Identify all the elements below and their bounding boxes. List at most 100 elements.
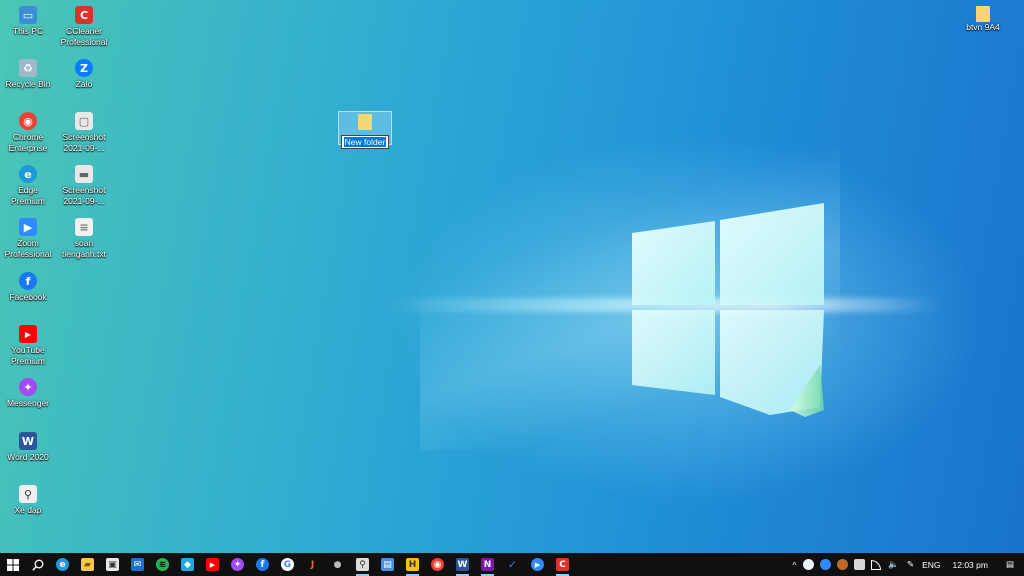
desktop-icon-word[interactable]: W Word 2020 (0, 432, 56, 463)
zalo-icon: Z (75, 59, 93, 77)
taskbar-mail[interactable]: ✉ (125, 553, 150, 576)
taskbar-app-cyan[interactable]: ◆ (175, 553, 200, 576)
desktop[interactable]: ▭ This PC C CCleaner Professional ♻ Recy… (0, 0, 1024, 553)
chrome-icon: ◉ (431, 558, 444, 571)
battery-icon[interactable] (854, 559, 866, 570)
taskbar-xe-dap[interactable]: ⚲ (350, 553, 375, 576)
clock-time: 12:03 pm (952, 559, 988, 570)
document-icon: ▤ (381, 558, 394, 571)
volume-icon[interactable]: 🔈 (884, 553, 903, 576)
search-button[interactable] (25, 553, 50, 576)
chevron-up-icon: ^ (792, 559, 797, 570)
taskbar-spotify[interactable]: ≋ (150, 553, 175, 576)
taskbar-google[interactable]: G (275, 553, 300, 576)
desktop-icon-soan-tienganh[interactable]: ≡ soan tienganh.txt (56, 218, 112, 260)
edge-icon: e (56, 558, 69, 571)
icon-label: Recycle Bin (5, 79, 51, 89)
youtube-icon: ▶ (19, 325, 37, 343)
taskbar-chrome[interactable]: ◉ (425, 553, 450, 576)
bicycle-image-icon: ⚲ (19, 485, 37, 503)
desktop-icon-recycle-bin[interactable]: ♻ Recycle Bin (0, 59, 56, 90)
wifi-icon[interactable] (871, 559, 882, 570)
apple-icon: ● (333, 559, 342, 570)
google-icon: G (281, 558, 294, 571)
desktop-icon-zoom[interactable]: ▶ Zoom Professional (0, 218, 56, 260)
recycle-bin-icon: ♻ (19, 59, 37, 77)
ccleaner-icon: C (75, 6, 93, 24)
taskbar-h-app[interactable]: H (400, 553, 425, 576)
desktop-icon-facebook[interactable]: f Facebook (0, 272, 56, 303)
clock[interactable]: 12:03 pm (945, 553, 996, 576)
system-tray: ^ 🔈 ✎ ENG 12:03 pm ▤ (788, 553, 1024, 576)
ccleaner-icon: C (556, 558, 569, 571)
mail-icon: ✉ (131, 558, 144, 571)
notification-icon: ▤ (1005, 559, 1014, 569)
show-hidden-icons-button[interactable]: ^ (788, 553, 800, 576)
icon-label: Screenshot 2021-09-... (62, 132, 106, 153)
youtube-icon: ▶ (206, 558, 219, 571)
icon-label: Zalo (75, 79, 93, 89)
zoom-tray-icon[interactable] (820, 559, 832, 570)
icon-label: CCleaner Professional (60, 26, 108, 47)
h-app-icon: H (406, 558, 419, 571)
desktop-icon-screenshot-1[interactable]: ▢ Screenshot 2021-09-... (56, 112, 112, 154)
facebook-icon: f (19, 272, 37, 290)
taskbar-store[interactable]: ▣ (100, 553, 125, 576)
desktop-icon-messenger[interactable]: ✦ Messenger (0, 378, 56, 409)
zalo-tray-icon[interactable] (803, 559, 815, 570)
rename-input[interactable]: New folder (340, 135, 390, 149)
notification-button[interactable]: ▤ (996, 553, 1024, 576)
desktop-icon-btvn-9a4[interactable]: btvn 9A4 (955, 6, 1011, 33)
language-indicator[interactable]: ENG (918, 553, 944, 576)
start-button[interactable] (0, 553, 25, 576)
taskbar-youtube[interactable]: ▶ (200, 553, 225, 576)
icon-label: Word 2020 (7, 452, 49, 462)
icon-label: soan tienganh.txt (62, 238, 106, 259)
taskbar-word[interactable]: W (450, 553, 475, 576)
messenger-icon: ✦ (19, 378, 37, 396)
taskbar-doc-scan[interactable]: ▤ (375, 553, 400, 576)
taskbar-j-app[interactable]: J (300, 553, 325, 576)
word-icon: W (456, 558, 469, 571)
desktop-icon-this-pc[interactable]: ▭ This PC (0, 6, 56, 37)
pen-icon[interactable]: ✎ (903, 553, 918, 576)
desktop-icon-screenshot-2[interactable]: ▬ Screenshot 2021-09-... (56, 165, 112, 207)
taskbar-ccleaner[interactable]: C (550, 553, 575, 576)
taskbar-file-explorer[interactable]: ▰ (75, 553, 100, 576)
taskbar-zoom[interactable]: ▶ (525, 553, 550, 576)
image-file-icon: ▢ (75, 112, 93, 130)
facebook-icon: f (256, 558, 269, 571)
this-pc-icon: ▭ (19, 6, 37, 24)
zoom-icon: ▶ (19, 218, 37, 236)
icon-label: This PC (12, 26, 44, 36)
icon-label: Messenger (6, 398, 50, 408)
image-file-icon: ▬ (75, 165, 93, 183)
chrome-icon: ◉ (19, 112, 37, 130)
taskbar-apple[interactable]: ● (325, 553, 350, 576)
desktop-icon-zalo[interactable]: Z Zalo (56, 59, 112, 90)
onenote-icon: N (481, 558, 494, 571)
desktop-icon-ccleaner[interactable]: C CCleaner Professional (56, 6, 112, 48)
taskbar-todo[interactable]: ✓ (500, 553, 525, 576)
taskbar-facebook[interactable]: f (250, 553, 275, 576)
desktop-icon-new-folder[interactable]: New folder (338, 111, 392, 149)
folder-icon (358, 114, 372, 130)
search-icon (31, 559, 43, 571)
desktop-icon-xe-dap[interactable]: ⚲ Xe đạp (0, 485, 56, 516)
language-label: ENG (922, 559, 941, 570)
desktop-icon-youtube[interactable]: ▶ YouTube Premium (0, 325, 56, 367)
icon-label: Chrome Enterprise (8, 132, 48, 153)
taskbar-onenote[interactable]: N (475, 553, 500, 576)
j-app-icon: J (310, 559, 315, 570)
taskbar-edge[interactable]: e (50, 553, 75, 576)
app-tray-icon[interactable] (837, 559, 849, 570)
desktop-icon-chrome[interactable]: ◉ Chrome Enterprise (0, 112, 56, 154)
icon-label: Facebook (9, 292, 47, 302)
taskbar-messenger[interactable]: ✦ (225, 553, 250, 576)
zoom-icon: ▶ (531, 558, 544, 571)
windows-start-icon (6, 558, 19, 571)
icon-label: Screenshot 2021-09-... (62, 185, 106, 206)
desktop-icon-edge[interactable]: e Edge Premium (0, 165, 56, 207)
icon-label: Zoom Professional (4, 238, 52, 259)
word-icon: W (19, 432, 37, 450)
